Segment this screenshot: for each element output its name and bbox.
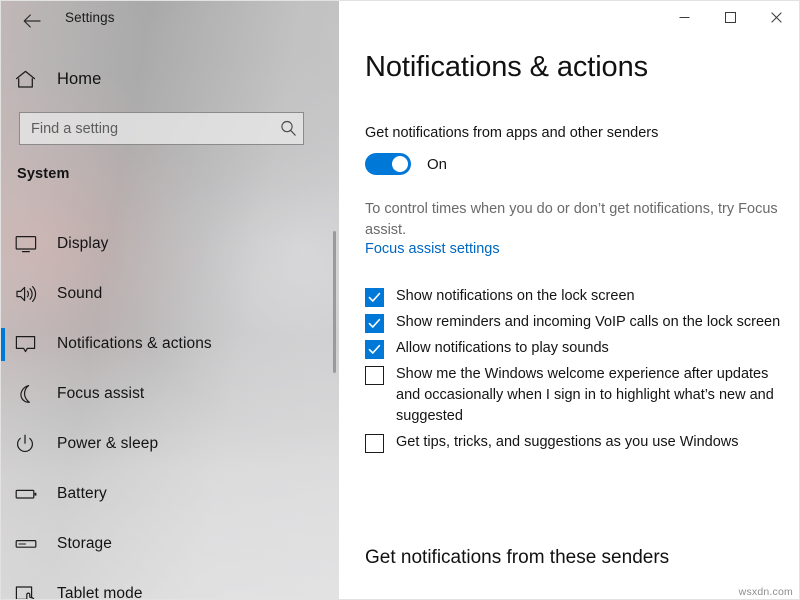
sidebar-item-label: Sound (57, 285, 103, 302)
home-icon (15, 70, 45, 89)
focus-assist-hint: To control times when you do or don’t ge… (365, 201, 778, 238)
storage-icon (15, 532, 45, 556)
checkbox-unchecked-icon[interactable] (365, 434, 384, 453)
maximize-button[interactable] (707, 1, 753, 33)
sidebar-item-label: Power & sleep (57, 435, 159, 452)
notification-option-label: Show me the Windows welcome experience a… (396, 366, 774, 424)
sidebar-item-display[interactable]: Display (1, 219, 339, 269)
sidebar-item-label: Battery (57, 485, 107, 502)
sidebar-item-battery[interactable]: Battery (1, 469, 339, 519)
notification-option-label: Allow notifications to play sounds (396, 340, 609, 356)
sidebar-scrollbar[interactable] (333, 231, 336, 373)
notification-option-row[interactable]: Show notifications on the lock screen (365, 286, 789, 307)
sidebar-item-sound[interactable]: Sound (1, 269, 339, 319)
master-toggle-state: On (427, 155, 448, 173)
notification-option-row[interactable]: Get tips, tricks, and suggestions as you… (365, 432, 789, 453)
sidebar-item-label: Storage (57, 535, 112, 552)
sidebar-item-notifications-actions[interactable]: Notifications & actions (1, 319, 339, 369)
sidebar: Settings Home Find a setting System Disp… (1, 1, 339, 600)
notification-options-list: Show notifications on the lock screen Sho… (365, 286, 789, 458)
sidebar-item-home[interactable]: Home (15, 65, 101, 93)
page-title: Notifications & actions (365, 51, 648, 83)
search-icon[interactable] (273, 113, 303, 144)
master-toggle-label: Get notifications from apps and other se… (365, 125, 659, 141)
notification-option-label: Show notifications on the lock screen (396, 288, 635, 304)
sidebar-item-focus-assist[interactable]: Focus assist (1, 369, 339, 419)
main-content: Notifications & actions Get notification… (339, 1, 799, 599)
moon-icon (15, 382, 45, 406)
master-toggle-row: On (365, 153, 447, 175)
sidebar-item-label: Display (57, 235, 109, 252)
senders-section-header: Get notifications from these senders (365, 547, 670, 568)
notifications-icon (15, 332, 45, 356)
maximize-icon (724, 11, 736, 23)
notification-option-row[interactable]: Show reminders and incoming VoIP calls o… (365, 312, 789, 333)
sidebar-item-power-sleep[interactable]: Power & sleep (1, 419, 339, 469)
display-icon (15, 232, 45, 256)
close-icon (770, 11, 782, 23)
sidebar-item-label: Tablet mode (57, 585, 143, 600)
checkbox-checked-icon[interactable] (365, 314, 384, 333)
master-toggle-switch[interactable] (365, 153, 411, 175)
app-title: Settings (65, 10, 115, 25)
sound-icon (15, 282, 45, 306)
close-button[interactable] (753, 1, 799, 33)
checkbox-unchecked-icon[interactable] (365, 366, 384, 385)
battery-icon (15, 482, 45, 506)
sidebar-item-label: Notifications & actions (57, 335, 212, 352)
checkbox-checked-icon[interactable] (365, 288, 384, 307)
sidebar-item-tablet-mode[interactable]: Tablet mode (1, 569, 339, 600)
watermark: wsxdn.com (738, 586, 793, 598)
back-button[interactable] (12, 6, 52, 36)
sidebar-item-label: Focus assist (57, 385, 145, 402)
minimize-button[interactable] (661, 1, 707, 33)
sidebar-item-label-home: Home (57, 69, 102, 88)
settings-window: Settings Home Find a setting System Disp… (0, 0, 800, 600)
back-arrow-icon (23, 14, 41, 28)
checkbox-checked-icon[interactable] (365, 340, 384, 359)
notification-option-row[interactable]: Show me the Windows welcome experience a… (365, 364, 789, 427)
sidebar-item-storage[interactable]: Storage (1, 519, 339, 569)
window-controls (661, 1, 799, 33)
search-input[interactable] (20, 113, 273, 144)
notification-option-label: Get tips, tricks, and suggestions as you… (396, 434, 739, 450)
focus-assist-settings-link[interactable]: Focus assist settings (365, 241, 500, 257)
notification-option-row[interactable]: Allow notifications to play sounds (365, 338, 789, 359)
search-box[interactable] (19, 112, 304, 145)
power-icon (15, 432, 45, 456)
toggle-knob (392, 156, 408, 172)
sidebar-section-header: System (17, 166, 70, 182)
notification-option-label: Show reminders and incoming VoIP calls o… (396, 314, 781, 330)
sidebar-nav-list: Display Sound Notifications & actions Fo… (1, 219, 339, 600)
tablet-icon (15, 582, 45, 599)
minimize-icon (679, 16, 689, 18)
